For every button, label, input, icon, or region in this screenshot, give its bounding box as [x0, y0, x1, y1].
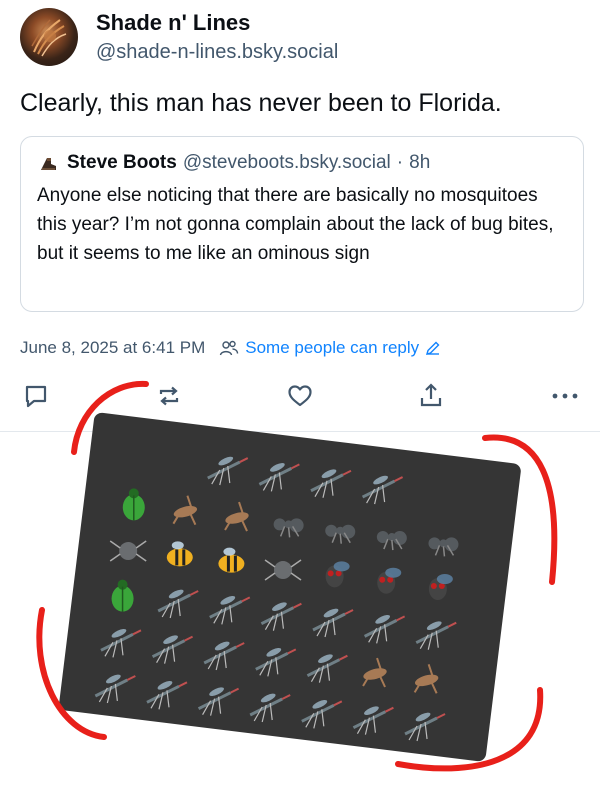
quoted-author-avatar[interactable] [37, 152, 59, 174]
quoted-timestamp: 8h [409, 152, 431, 173]
quoted-post-text: Anyone else noticing that there are basi… [37, 185, 554, 264]
quoted-separator: · [396, 152, 404, 173]
embedded-image[interactable] [0, 372, 600, 800]
reply-setting[interactable]: Some people can reply [219, 338, 441, 358]
author-info[interactable]: Shade n' Lines @shade-n-lines.bsky.socia… [96, 9, 338, 65]
reply-setting-label[interactable]: Some people can reply [245, 338, 419, 358]
post-timestamp: June 8, 2025 at 6:41 PM [20, 338, 206, 357]
post-text: Clearly, this man has never been to Flor… [20, 89, 502, 117]
quoted-post-header: Steve Boots @steveboots.bsky.social · 8h [37, 151, 567, 175]
post-meta: June 8, 2025 at 6:41 PM Some people can … [20, 338, 441, 358]
author-avatar[interactable] [20, 8, 78, 66]
people-icon [220, 340, 239, 356]
author-display-name[interactable]: Shade n' Lines [96, 9, 338, 37]
post-header: Shade n' Lines @shade-n-lines.bsky.socia… [20, 8, 338, 66]
quoted-post[interactable]: Steve Boots @steveboots.bsky.social · 8h… [20, 136, 584, 312]
bug-grid-card [59, 412, 521, 762]
author-handle[interactable]: @shade-n-lines.bsky.social [96, 39, 338, 65]
quoted-author-handle[interactable]: @steveboots.bsky.social [183, 151, 391, 175]
quoted-author-name[interactable]: Steve Boots [67, 151, 177, 175]
pencil-icon[interactable] [425, 340, 441, 356]
